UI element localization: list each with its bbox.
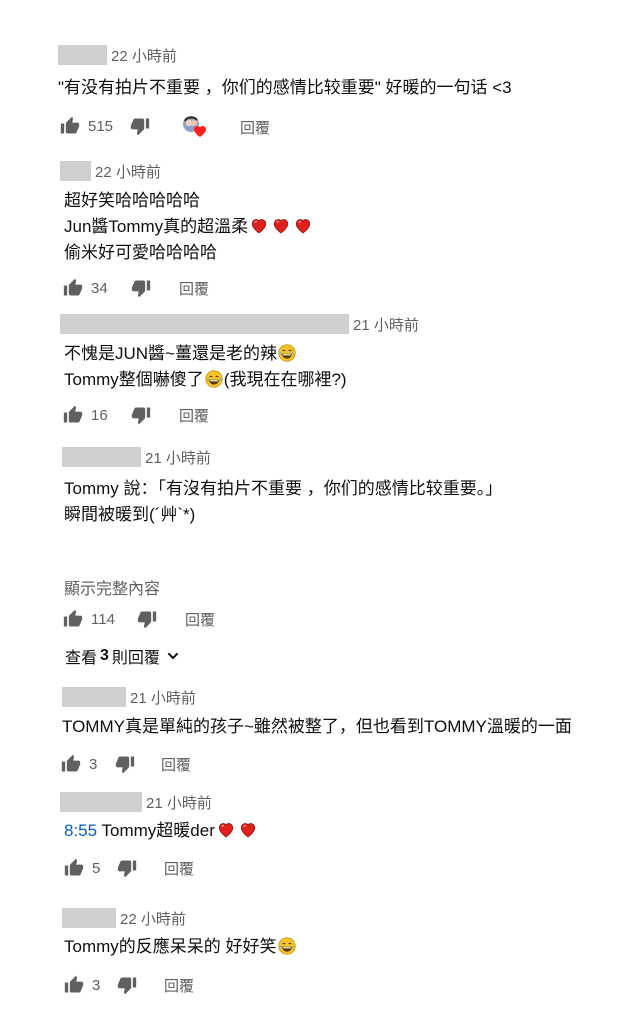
comment-actions: 515 xyxy=(60,114,150,138)
heart-emoji-icon xyxy=(217,821,235,838)
comment-time[interactable]: 22 小時前 xyxy=(111,45,177,66)
reply-button[interactable]: 回覆 xyxy=(164,858,194,879)
like-count: 114 xyxy=(91,610,115,628)
comment-text: "有没有拍片不重要 ，你们的感情比较重要" 好暖的一句话 <3 xyxy=(58,75,512,101)
thumb-down-icon[interactable] xyxy=(131,278,151,298)
comment-line: 不愧是JUN醬~薑還是老的辣 xyxy=(64,341,347,367)
comment-line: Jun醬Tommy真的超溫柔 xyxy=(64,214,314,240)
comment-line-text: Jun醬Tommy真的超溫柔 xyxy=(64,217,249,236)
heart-emoji-icon xyxy=(294,217,312,234)
comment-header: 21 小時前 xyxy=(60,791,212,813)
comment-text: Tommy 說：「有沒有拍片不重要 ，你们的感情比较重要。」 瞬間被暖到(´艸`… xyxy=(64,476,502,528)
heart-emoji-icon xyxy=(239,821,257,838)
comment-header: 22 小時前 xyxy=(58,44,177,66)
comment-line-text: Tommy整個嚇傻了 xyxy=(64,370,204,389)
reply-button[interactable]: 回覆 xyxy=(240,117,270,138)
comment-header: 21 小時前 xyxy=(62,686,196,708)
comment-actions: 114 回覆 xyxy=(63,607,215,631)
show-more-button[interactable]: 顯示完整內容 xyxy=(64,575,160,599)
comment-text: TOMMY真是單純的孩子~雖然被整了，但也看到TOMMY溫暖的一面 xyxy=(62,714,572,740)
creator-heart-icon xyxy=(181,115,207,139)
view-replies-button[interactable]: 查看 3 則回覆 xyxy=(65,644,181,668)
comment-actions: 3 回覆 xyxy=(64,973,194,997)
comment-line: Tommy的反應呆呆的 好好笑 xyxy=(64,934,297,960)
reply-button[interactable]: 回覆 xyxy=(161,754,191,775)
like-count: 5 xyxy=(92,859,101,877)
thumb-down-icon[interactable] xyxy=(137,609,157,629)
reply-button[interactable]: 回覆 xyxy=(179,278,209,299)
thumb-down-icon[interactable] xyxy=(115,754,135,774)
like-count: 3 xyxy=(92,976,101,994)
reply-button[interactable]: 回覆 xyxy=(164,975,194,996)
comment-line: "有没有拍片不重要 ，你们的感情比较重要" 好暖的一句话 <3 xyxy=(58,78,512,97)
laughing-emoji-icon xyxy=(278,937,296,955)
thumb-down-icon[interactable] xyxy=(117,858,137,878)
heart-emoji-icon xyxy=(250,217,268,234)
view-replies-prefix: 查看 xyxy=(65,650,98,667)
thumb-up-icon[interactable] xyxy=(64,975,84,995)
like-count: 515 xyxy=(88,117,114,135)
comment-line: 瞬間被暖到(´艸`*) xyxy=(64,505,196,524)
comment-time[interactable]: 22 小時前 xyxy=(120,908,186,929)
reply-button[interactable]: 回覆 xyxy=(179,405,209,426)
thumb-up-icon[interactable] xyxy=(64,858,84,878)
thumb-up-icon[interactable] xyxy=(60,116,80,136)
view-replies-count: 3 xyxy=(100,647,109,664)
comment-line: TOMMY真是單純的孩子~雖然被整了，但也看到TOMMY溫暖的一面 xyxy=(62,717,572,736)
reply-button[interactable]: 回覆 xyxy=(185,609,215,630)
comment-header: 21 小時前 xyxy=(60,313,419,335)
thumb-up-icon[interactable] xyxy=(63,405,83,425)
author-name-redacted[interactable] xyxy=(58,45,107,65)
comment-actions: 3 回覆 xyxy=(61,752,191,776)
author-name-redacted[interactable] xyxy=(62,687,126,707)
laughing-emoji-icon xyxy=(278,344,296,362)
comment-header: 22 小時前 xyxy=(60,160,161,182)
comment-line-text: (我現在在哪裡?) xyxy=(223,370,347,389)
comment-header: 21 小時前 xyxy=(62,446,211,468)
comment-time[interactable]: 21 小時前 xyxy=(353,314,419,335)
like-count: 3 xyxy=(89,755,98,773)
comment-text: Tommy的反應呆呆的 好好笑 xyxy=(64,934,297,960)
comment-line-text: Tommy超暖der xyxy=(101,821,215,840)
comment-text: 8:55 Tommy超暖der xyxy=(64,818,259,844)
comment-text: 不愧是JUN醬~薑還是老的辣 Tommy整個嚇傻了 (我現在在哪裡?) xyxy=(64,341,347,393)
thumb-down-icon[interactable] xyxy=(117,975,137,995)
author-name-redacted[interactable] xyxy=(62,908,116,928)
comment-actions: 34 回覆 xyxy=(63,276,209,300)
comment-line-text: 不愧是JUN醬~薑還是老的辣 xyxy=(64,344,277,363)
comment-text: 超好笑哈哈哈哈哈 Jun醬Tommy真的超溫柔 偷米好可愛哈哈哈哈 xyxy=(64,188,314,266)
comment-actions: 16 回覆 xyxy=(63,403,209,427)
chevron-down-icon xyxy=(167,652,179,660)
author-name-redacted[interactable] xyxy=(60,314,349,334)
comment-time[interactable]: 21 小時前 xyxy=(146,792,212,813)
thumb-down-icon[interactable] xyxy=(130,116,150,136)
comment-line-text: Tommy的反應呆呆的 好好笑 xyxy=(64,937,277,956)
comment-header: 22 小時前 xyxy=(62,907,186,929)
comment-time[interactable]: 22 小時前 xyxy=(95,161,161,182)
heart-emoji-icon xyxy=(272,217,290,234)
timestamp-link[interactable]: 8:55 xyxy=(64,821,97,840)
comment-line: 超好笑哈哈哈哈哈 xyxy=(64,191,200,210)
comment-time[interactable]: 21 小時前 xyxy=(145,447,211,468)
thumb-down-icon[interactable] xyxy=(131,405,151,425)
comment-actions: 5 回覆 xyxy=(64,856,194,880)
author-name-redacted[interactable] xyxy=(60,792,142,812)
like-count: 34 xyxy=(91,279,108,297)
comment-time[interactable]: 21 小時前 xyxy=(130,687,196,708)
comment-line: 8:55 Tommy超暖der xyxy=(64,818,259,844)
author-name-redacted[interactable] xyxy=(60,161,91,181)
comment-line: 偷米好可愛哈哈哈哈 xyxy=(64,243,217,262)
comment-line: Tommy 說：「有沒有拍片不重要 ，你们的感情比较重要。」 xyxy=(64,479,503,498)
comment-line: Tommy整個嚇傻了 (我現在在哪裡?) xyxy=(64,367,347,393)
view-replies-suffix: 則回覆 xyxy=(111,650,160,667)
author-name-redacted[interactable] xyxy=(62,447,141,467)
thumb-up-icon[interactable] xyxy=(61,754,81,774)
laughing-emoji-icon xyxy=(205,370,223,388)
thumb-up-icon[interactable] xyxy=(63,609,83,629)
thumb-up-icon[interactable] xyxy=(63,278,83,298)
like-count: 16 xyxy=(91,406,108,424)
